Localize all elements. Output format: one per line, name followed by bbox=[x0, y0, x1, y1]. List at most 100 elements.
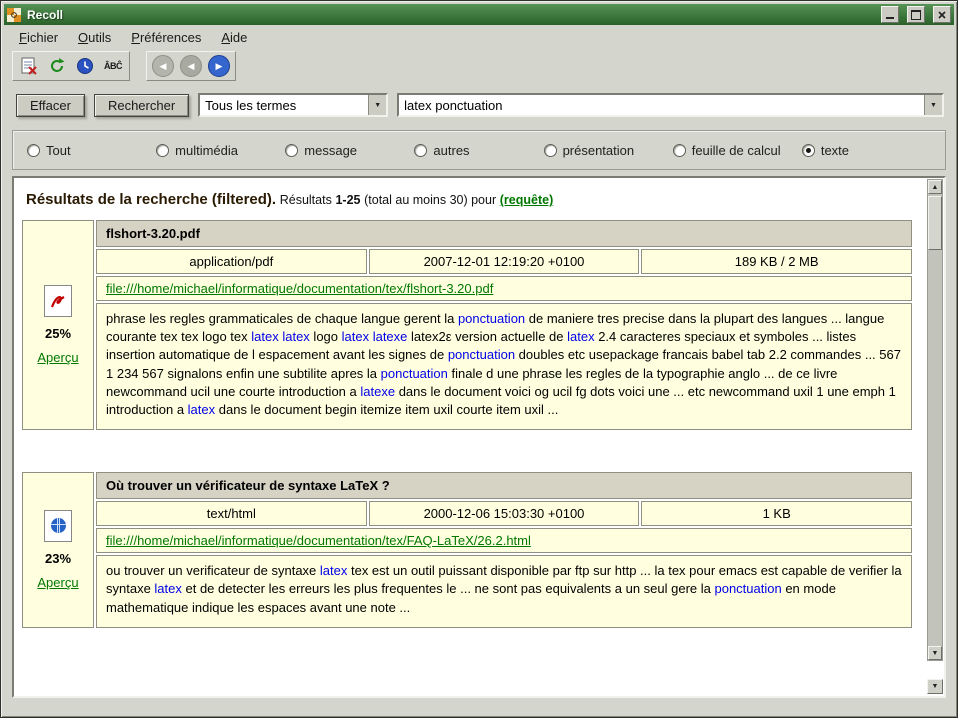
preview-link[interactable]: Aperçu bbox=[37, 575, 78, 590]
first-page-icon: ◀ bbox=[152, 55, 174, 77]
results-pane[interactable]: Résultats de la recherche (filtered). Ré… bbox=[12, 176, 946, 698]
chevron-down-icon[interactable]: ▼ bbox=[368, 95, 386, 115]
filter-radio-tout[interactable]: Tout bbox=[27, 143, 156, 158]
result-snippet: phrase les regles grammaticales de chaqu… bbox=[96, 303, 912, 430]
menu-outils[interactable]: Outils bbox=[69, 27, 120, 48]
titlebar[interactable]: Recoll bbox=[4, 4, 954, 25]
result-left-panel: 23% Aperçu bbox=[22, 472, 94, 628]
close-button[interactable] bbox=[933, 6, 951, 23]
result-detail: flshort-3.20.pdf application/pdf 2007-12… bbox=[96, 220, 912, 430]
result-title: Où trouver un vérificateur de syntaxe La… bbox=[96, 472, 912, 499]
radio-icon bbox=[285, 144, 298, 157]
results-summary-prefix: Résultats bbox=[280, 193, 332, 207]
radio-label: présentation bbox=[563, 143, 635, 158]
previous-page-icon: ◀ bbox=[180, 55, 202, 77]
term-explorer-button[interactable]: ÂBĈ bbox=[100, 54, 126, 78]
result-left-panel: 25% Aperçu bbox=[22, 220, 94, 430]
toolbar-main-group: ÂBĈ bbox=[12, 51, 130, 81]
menu-preferences[interactable]: Préférences bbox=[122, 27, 210, 48]
first-page-button[interactable]: ◀ bbox=[150, 54, 176, 78]
radio-label: Tout bbox=[46, 143, 71, 158]
query-input[interactable] bbox=[399, 96, 924, 115]
query-link[interactable]: (requête) bbox=[500, 193, 553, 207]
radio-label: feuille de calcul bbox=[692, 143, 781, 158]
radio-label: autres bbox=[433, 143, 469, 158]
filter-radio-feuille-de-calcul[interactable]: feuille de calcul bbox=[673, 143, 802, 158]
results-summary-range: 1-25 bbox=[335, 193, 360, 207]
radio-label: message bbox=[304, 143, 357, 158]
sort-by-dates-icon bbox=[76, 57, 94, 75]
scroll-down-button[interactable]: ▼ bbox=[928, 646, 942, 660]
pdf-icon[interactable] bbox=[44, 285, 72, 317]
result-item: 25% Aperçu flshort-3.20.pdf application/… bbox=[22, 220, 912, 430]
result-url-link[interactable]: file:///home/michael/informatique/docume… bbox=[106, 533, 531, 548]
radio-icon bbox=[414, 144, 427, 157]
next-page-button[interactable]: ▶ bbox=[206, 54, 232, 78]
clear-search-icon bbox=[20, 57, 38, 75]
menu-aide[interactable]: Aide bbox=[212, 27, 256, 48]
result-date: 2007-12-01 12:19:20 +0100 bbox=[369, 249, 640, 274]
toolbar-nav-group: ◀ ◀ ▶ bbox=[146, 51, 236, 81]
filter-radio-multimedia[interactable]: multimédia bbox=[156, 143, 285, 158]
radio-label: multimédia bbox=[175, 143, 238, 158]
search-row: Effacer Rechercher Tous les termes ▼ ▼ bbox=[4, 83, 954, 127]
query-input-wrap: ▼ bbox=[397, 93, 944, 117]
filter-radio-presentation[interactable]: présentation bbox=[544, 143, 673, 158]
filter-row: Tout multimédia message autres présentat… bbox=[12, 130, 946, 170]
relevance-percent: 25% bbox=[45, 326, 71, 341]
result-meta-row: application/pdf 2007-12-01 12:19:20 +010… bbox=[96, 249, 912, 274]
results-scrollbar[interactable]: ▲ ▼ bbox=[927, 179, 943, 661]
update-index-button[interactable] bbox=[44, 54, 70, 78]
search-mode-select[interactable]: Tous les termes ▼ bbox=[198, 93, 388, 117]
result-title: flshort-3.20.pdf bbox=[96, 220, 912, 247]
update-index-icon bbox=[48, 57, 66, 75]
html-icon[interactable] bbox=[44, 510, 72, 542]
search-mode-value: Tous les termes bbox=[205, 98, 368, 113]
window-title: Recoll bbox=[27, 8, 873, 22]
results-header: Résultats de la recherche (filtered). Ré… bbox=[26, 191, 908, 208]
history-chevron-down-icon[interactable]: ▼ bbox=[924, 95, 942, 115]
results-summary-middle: (total au moins 30) pour bbox=[364, 193, 496, 207]
scroll-up-button[interactable]: ▲ bbox=[928, 180, 942, 194]
result-url-row: file:///home/michael/informatique/docume… bbox=[96, 528, 912, 553]
minimize-button[interactable] bbox=[881, 6, 899, 23]
result-mime: text/html bbox=[96, 501, 367, 526]
result-mime: application/pdf bbox=[96, 249, 367, 274]
maximize-button[interactable] bbox=[907, 6, 925, 23]
toolbar: ÂBĈ ◀ ◀ ▶ bbox=[4, 49, 954, 83]
result-snippet: ou trouver un verificateur de syntaxe la… bbox=[96, 555, 912, 628]
clear-search-button[interactable] bbox=[16, 54, 42, 78]
result-size: 189 KB / 2 MB bbox=[641, 249, 912, 274]
result-detail: Où trouver un vérificateur de syntaxe La… bbox=[96, 472, 912, 628]
recoll-logo-icon bbox=[7, 8, 21, 22]
previous-page-button[interactable]: ◀ bbox=[178, 54, 204, 78]
results-header-title: Résultats de la recherche (filtered). bbox=[26, 191, 276, 208]
minimize-icon bbox=[886, 17, 894, 19]
result-url-link[interactable]: file:///home/michael/informatique/docume… bbox=[106, 281, 493, 296]
radio-icon bbox=[802, 144, 815, 157]
radio-icon bbox=[544, 144, 557, 157]
menubar: Fichier Outils Préférences Aide bbox=[4, 25, 954, 49]
menu-fichier[interactable]: Fichier bbox=[10, 27, 67, 48]
maximize-icon bbox=[911, 10, 921, 20]
sort-by-dates-button[interactable] bbox=[72, 54, 98, 78]
preview-link[interactable]: Aperçu bbox=[37, 350, 78, 365]
radio-icon bbox=[673, 144, 686, 157]
relevance-percent: 23% bbox=[45, 551, 71, 566]
search-button[interactable]: Rechercher bbox=[94, 94, 189, 117]
filter-radio-message[interactable]: message bbox=[285, 143, 414, 158]
result-size: 1 KB bbox=[641, 501, 912, 526]
filter-radio-autres[interactable]: autres bbox=[414, 143, 543, 158]
result-url-row: file:///home/michael/informatique/docume… bbox=[96, 276, 912, 301]
scroll-thumb[interactable] bbox=[928, 196, 942, 250]
clear-button[interactable]: Effacer bbox=[16, 94, 85, 117]
result-meta-row: text/html 2000-12-06 15:03:30 +0100 1 KB bbox=[96, 501, 912, 526]
radio-icon bbox=[27, 144, 40, 157]
result-date: 2000-12-06 15:03:30 +0100 bbox=[369, 501, 640, 526]
next-page-icon: ▶ bbox=[208, 55, 230, 77]
scroll-corner-down-button[interactable]: ▼ bbox=[927, 679, 943, 694]
term-explorer-icon: ÂBĈ bbox=[104, 61, 122, 71]
radio-icon bbox=[156, 144, 169, 157]
globe-icon bbox=[51, 518, 66, 533]
filter-radio-texte[interactable]: texte bbox=[802, 143, 931, 158]
